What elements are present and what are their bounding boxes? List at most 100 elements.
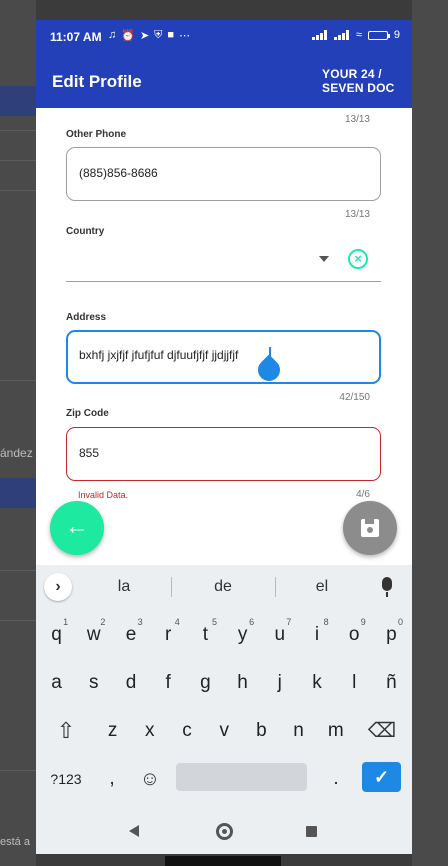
- key-label: i: [314, 624, 320, 645]
- key-label: w: [86, 624, 101, 645]
- key[interactable]: i8: [298, 612, 335, 658]
- key-label: f: [165, 672, 171, 693]
- background-divider: [0, 770, 36, 771]
- key-label: a: [51, 672, 62, 693]
- key[interactable]: p0: [373, 612, 410, 658]
- check-icon: ✓: [373, 767, 390, 787]
- char-counter: 13/13: [344, 209, 370, 220]
- microphone-icon[interactable]: [382, 577, 392, 597]
- zip-code-error: Invalid Data.: [78, 490, 129, 500]
- key-label: m: [327, 720, 344, 741]
- key[interactable]: s: [75, 660, 112, 706]
- background-app-left: ández está a: [0, 0, 36, 866]
- other-phone-label: Other Phone: [66, 129, 127, 140]
- notification-icons: ♫ ⏰ ➤ ⛨ ■ ⋯: [108, 29, 190, 42]
- key[interactable]: ñ: [373, 660, 410, 706]
- space-key[interactable]: [176, 763, 307, 791]
- key[interactable]: j: [261, 660, 298, 706]
- key-hint: 6: [249, 617, 255, 627]
- chevron-right-icon[interactable]: ›: [44, 573, 72, 601]
- other-phone-value: (885)856-8686: [79, 166, 158, 180]
- status-bar: 11:07 AM ♫ ⏰ ➤ ⛨ ■ ⋯ ≈ 9: [36, 20, 412, 56]
- key-label: v: [219, 720, 229, 741]
- key[interactable]: f: [150, 660, 187, 706]
- back-button[interactable]: ←: [50, 501, 104, 555]
- country-dropdown[interactable]: [66, 281, 381, 282]
- char-counter: 4/6: [356, 489, 370, 500]
- system-bottom-bar: [165, 856, 281, 866]
- key[interactable]: h: [224, 660, 261, 706]
- suggestion-word[interactable]: el: [272, 578, 372, 596]
- keyboard: › la de el q1w2e3r4t5y6u7i8o9p0 asdfghjk…: [36, 565, 412, 809]
- key[interactable]: w2: [75, 612, 112, 658]
- background-divider: [0, 570, 36, 571]
- key-label: y: [237, 624, 248, 645]
- key-hint: 4: [174, 617, 180, 627]
- shift-icon[interactable]: ⇧: [50, 708, 82, 754]
- zip-code-field[interactable]: 855: [66, 427, 381, 481]
- chevron-down-icon[interactable]: [319, 256, 329, 262]
- key[interactable]: a: [38, 660, 75, 706]
- key-label: h: [237, 672, 248, 693]
- key-label: j: [277, 672, 282, 693]
- keyboard-row: q1w2e3r4t5y6u7i8o9p0: [36, 612, 412, 658]
- key[interactable]: v: [206, 708, 243, 754]
- nav-back-icon[interactable]: [129, 825, 139, 837]
- key[interactable]: k: [298, 660, 335, 706]
- key-hint: 3: [137, 617, 143, 627]
- key[interactable]: r4: [150, 612, 187, 658]
- clear-icon[interactable]: ×: [348, 249, 368, 269]
- background-text: ández: [0, 446, 33, 460]
- page-title: Edit Profile: [52, 72, 142, 91]
- key[interactable]: l: [336, 660, 373, 706]
- backspace-icon[interactable]: ⌫: [364, 708, 400, 754]
- key[interactable]: o9: [336, 612, 373, 658]
- key-label: e: [125, 624, 137, 645]
- nav-home-icon[interactable]: [216, 823, 233, 840]
- country-label: Country: [66, 226, 105, 237]
- key[interactable]: z: [94, 708, 131, 754]
- key[interactable]: q1: [38, 612, 75, 658]
- key[interactable]: g: [187, 660, 224, 706]
- key[interactable]: m: [317, 708, 354, 754]
- other-phone-field[interactable]: (885)856-8686: [66, 147, 381, 201]
- background-divider: [0, 620, 36, 621]
- keyboard-row: ?123 , ☺ . ✓: [36, 756, 412, 802]
- period-key[interactable]: .: [322, 756, 350, 802]
- wifi-icon: ≈: [355, 29, 362, 41]
- char-counter: 13/13: [344, 114, 370, 125]
- save-button[interactable]: [343, 501, 397, 555]
- key[interactable]: b: [243, 708, 280, 754]
- key[interactable]: t5: [187, 612, 224, 658]
- suggestion-word[interactable]: de: [173, 578, 273, 596]
- enter-key[interactable]: ✓: [362, 762, 401, 792]
- key-label: u: [274, 624, 286, 645]
- shield-icon: ⛨: [154, 29, 163, 41]
- key[interactable]: u7: [261, 612, 298, 658]
- status-time: 11:07 AM: [50, 30, 102, 44]
- keyboard-row: ⇧ ⌫ z x c v b n m: [36, 708, 412, 754]
- emoji-icon[interactable]: ☺: [134, 756, 166, 802]
- nav-recents-icon[interactable]: [306, 826, 317, 837]
- more-icon: ⋯: [179, 30, 191, 42]
- key[interactable]: d: [112, 660, 149, 706]
- suggestion-word[interactable]: la: [74, 578, 174, 596]
- key-label: l: [352, 672, 357, 693]
- comma-key[interactable]: ,: [98, 756, 126, 802]
- address-field[interactable]: bxhfj jxjfjf jfufjfuf djfuufjfjf jjdjjfj…: [66, 330, 381, 384]
- key[interactable]: n: [280, 708, 317, 754]
- background-text: está a: [0, 836, 30, 848]
- key-label: s: [89, 672, 99, 693]
- key[interactable]: x: [131, 708, 168, 754]
- key-label: r: [165, 624, 172, 645]
- key-label: x: [145, 720, 155, 741]
- key-hint: 1: [63, 617, 69, 627]
- key[interactable]: y6: [224, 612, 261, 658]
- key-hint: 0: [397, 617, 403, 627]
- key[interactable]: c: [168, 708, 205, 754]
- key-label: n: [293, 720, 304, 741]
- key-label: p: [386, 624, 397, 645]
- key[interactable]: e3: [112, 612, 149, 658]
- symbols-key[interactable]: ?123: [46, 756, 86, 802]
- mute-icon: ♫: [108, 29, 117, 41]
